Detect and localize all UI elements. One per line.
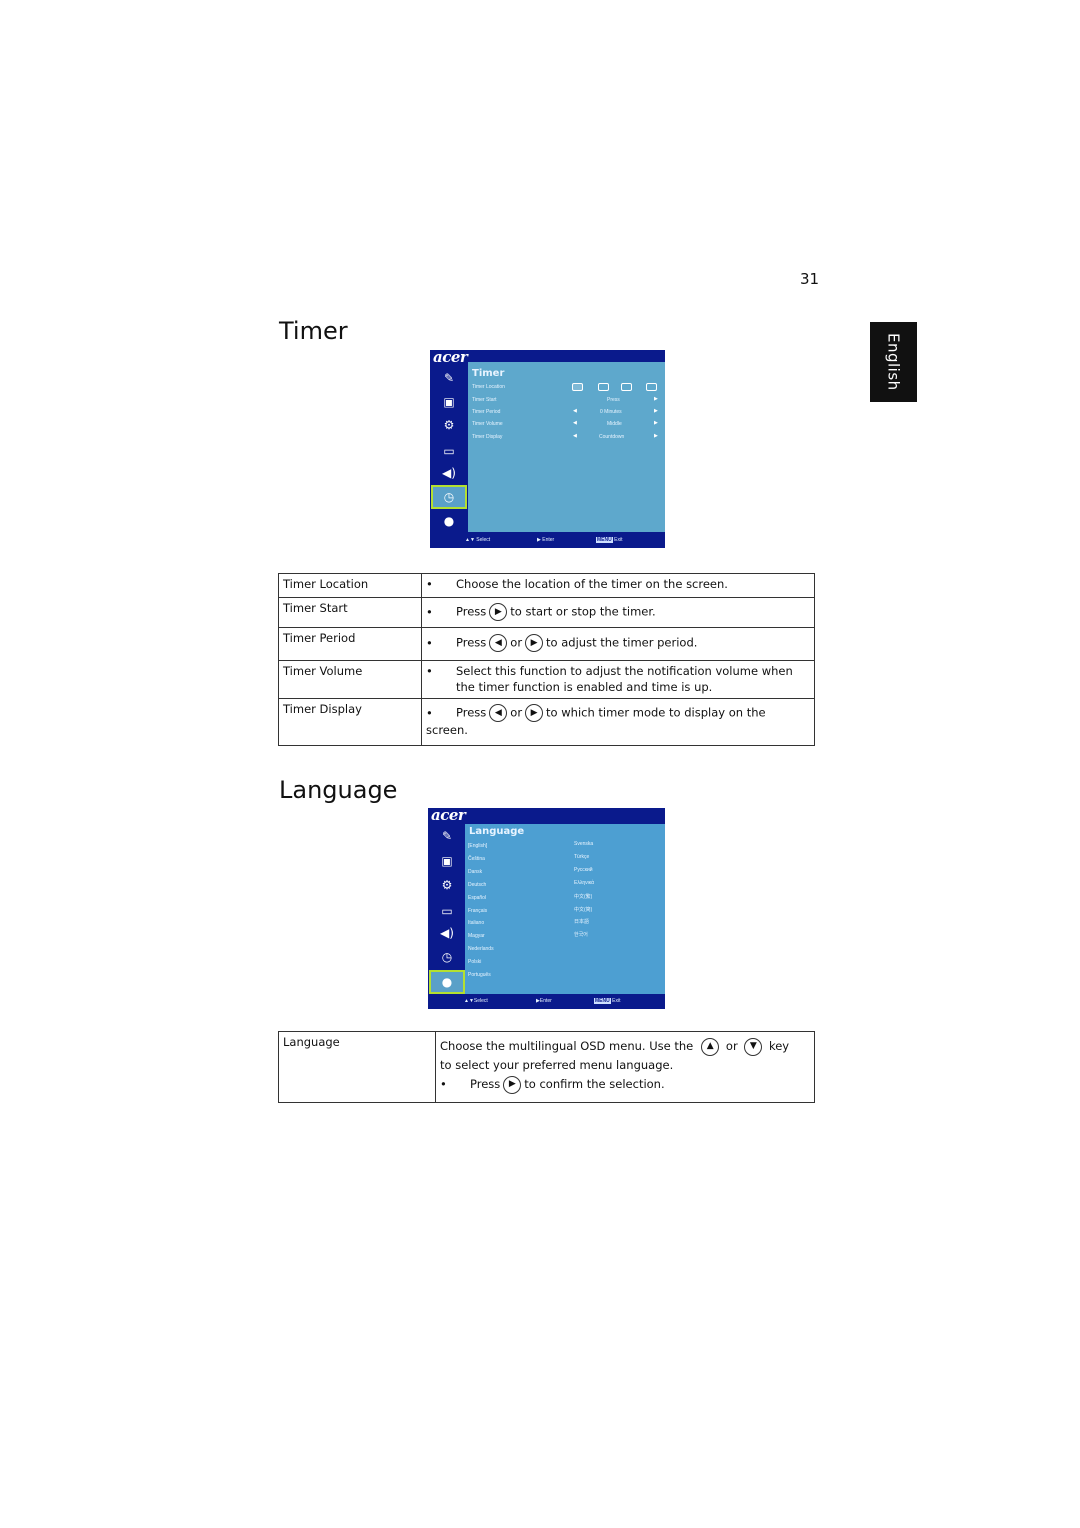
timer-osd-screenshot: acer ✎ ▣ ⚙ ▭ ◀) ◷ ● Timer Timer Location… (430, 348, 665, 548)
language-title: Language (279, 776, 398, 804)
osd-panel: Language [English] Čeština Dansk Deutsch Esp… (465, 824, 665, 994)
left-button-icon: ◀ (489, 704, 508, 722)
table-row: Timer Volume • Select this function to ad… (278, 660, 815, 699)
image-icon: ▣ (443, 395, 455, 409)
osd-panel: Timer Timer Location Timer Start Press ▶… (468, 362, 665, 532)
osd-row-label: Timer Location (472, 384, 505, 390)
row-name: Timer Location (278, 573, 422, 598)
language-option: [English] (468, 843, 488, 849)
row-desc: to select your preferred menu language. (440, 1058, 674, 1072)
location-bottom-left-icon (621, 383, 632, 391)
row-name: Timer Display (278, 698, 422, 746)
language-option: Polski (468, 959, 482, 966)
page-number: 31 (800, 270, 820, 288)
timer-icon: ◷ (431, 485, 467, 509)
language-option: Italiano (468, 920, 485, 927)
language-option: Português (468, 972, 491, 978)
osd-row-label: Timer Volume (472, 421, 503, 427)
row-name: Timer Volume (278, 660, 422, 699)
language-option: Nederlands (468, 946, 494, 953)
language-option: Русский (574, 866, 593, 873)
row-name: Language (278, 1031, 436, 1103)
osd-footer-select: ▲▼Select (464, 998, 488, 1004)
language-option: 中文(繁) (574, 893, 593, 900)
table-row: Timer Period • Press ◀ or ▶ to adjust the tim… (278, 627, 815, 661)
audio-icon: ◀) (440, 926, 454, 940)
language-option: Čeština (468, 855, 485, 862)
osd-row-label: Timer Period (472, 409, 501, 415)
right-arrow-icon: ▶ (654, 433, 658, 439)
osd-row-label: Timer Display (472, 434, 503, 440)
right-arrow-icon: ▶ (654, 408, 658, 414)
table-row: Language Choose the multilingual OSD men… (278, 1031, 815, 1103)
up-button-icon: ▲ (701, 1037, 720, 1056)
right-button-icon: ▶ (525, 634, 544, 652)
table-row: Timer Display • Press ◀ or ▶ to which timer m… (278, 698, 815, 746)
osd-row-value: Countdown (599, 434, 625, 440)
osd-footer-select: ▲▼ Select (465, 537, 491, 543)
location-top-left-icon (572, 383, 583, 391)
setting-icon: ▭ (443, 444, 455, 458)
table-row: Timer Location • Choose the location of t… (278, 573, 815, 598)
osd-footer-enter: ▶ Enter (537, 537, 555, 543)
language-option: Español (468, 894, 487, 901)
osd-footer-exit: MENU Exit (594, 998, 621, 1004)
down-button-icon: ▼ (744, 1037, 763, 1056)
right-button-icon: ▶ (489, 603, 508, 621)
left-arrow-icon: ◀ (573, 433, 577, 439)
left-arrow-icon: ◀ (573, 420, 577, 426)
setting-icon: ▭ (441, 904, 453, 918)
language-option: Magyar (468, 933, 485, 940)
language-icon: ● (443, 514, 455, 528)
language-option: Français (468, 907, 488, 914)
osd-row-label: Timer Start (472, 397, 497, 403)
language-option: Dansk (468, 868, 483, 875)
management-icon: ⚙ (443, 418, 455, 432)
language-table: Language Choose the multilingual OSD men… (278, 1031, 815, 1103)
osd-row-value: 0 Minutes (600, 409, 622, 415)
color-icon: ✎ (443, 371, 455, 385)
location-bottom-right-icon (646, 383, 657, 391)
osd-footer-exit: MENU Exit (596, 537, 623, 543)
osd-row-value: Press (607, 397, 620, 403)
audio-icon: ◀) (442, 466, 456, 480)
language-option: Türkçe (574, 853, 590, 860)
right-arrow-icon: ▶ (654, 396, 658, 402)
row-name: Timer Period (278, 627, 422, 661)
language-tab-label: English (884, 333, 903, 391)
language-option: Deutsch (468, 881, 487, 888)
right-button-icon: ▶ (503, 1075, 522, 1094)
language-option: 中文(简) (574, 906, 593, 913)
osd-sidebar: ✎ ▣ ⚙ ▭ ◀) ◷ ● (428, 822, 466, 997)
osd-heading: Language (469, 826, 525, 837)
row-name: Timer Start (278, 597, 422, 628)
osd-sidebar: ✎ ▣ ⚙ ▭ ◀) ◷ ● (430, 362, 468, 537)
right-button-icon: ▶ (525, 704, 544, 722)
language-option: 한국어 (574, 932, 588, 939)
osd-row-value: Middle (607, 421, 622, 427)
timer-title: Timer (279, 317, 348, 345)
osd-heading: Timer (472, 368, 505, 379)
timer-icon: ◷ (441, 950, 453, 964)
language-option: 日本語 (574, 919, 590, 926)
language-osd-screenshot: acer ✎ ▣ ⚙ ▭ ◀) ◷ ● Language [English] Če… (428, 806, 665, 1009)
osd-footer-enter: ▶Enter (536, 998, 552, 1004)
image-icon: ▣ (441, 854, 453, 868)
language-option: Svenska (574, 841, 594, 847)
row-desc: Choose the location of the timer on the … (456, 577, 728, 591)
left-arrow-icon: ◀ (573, 408, 577, 414)
color-icon: ✎ (441, 829, 453, 843)
table-row: Timer Start • Press ▶ to start or stop the … (278, 597, 815, 628)
language-option: Ελληνικά (574, 879, 595, 886)
language-tab: English (870, 322, 917, 402)
management-icon: ⚙ (441, 878, 453, 892)
left-button-icon: ◀ (489, 634, 508, 652)
language-icon: ● (429, 970, 465, 994)
timer-table: Timer Location • Choose the location of t… (278, 573, 815, 746)
location-top-right-icon (598, 383, 609, 391)
right-arrow-icon: ▶ (654, 420, 658, 426)
